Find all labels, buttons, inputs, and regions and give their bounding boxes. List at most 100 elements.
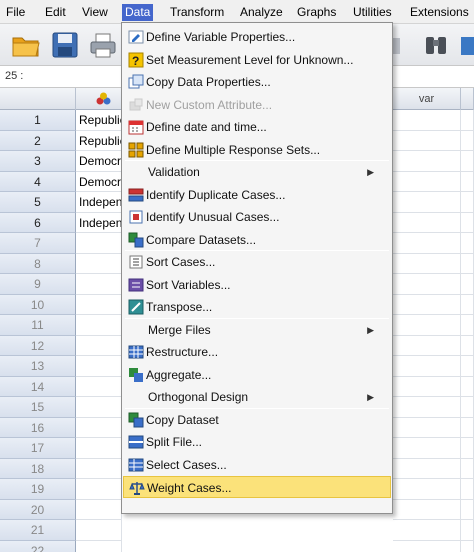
menu-item-identify-unusual-cases[interactable]: Identify Unusual Cases... (123, 206, 391, 228)
empty-cell[interactable] (461, 151, 474, 172)
row-number[interactable]: 15 (0, 397, 76, 418)
menu-item-select-cases[interactable]: Select Cases... (123, 454, 391, 476)
empty-cell[interactable] (461, 212, 474, 233)
empty-cell[interactable] (393, 253, 461, 274)
row-number[interactable]: 19 (0, 479, 76, 500)
print-icon[interactable] (87, 29, 119, 61)
data-cell[interactable] (76, 294, 122, 315)
row-number[interactable]: 21 (0, 520, 76, 541)
menu-item-orthogonal-design[interactable]: Orthogonal Design ▶ (123, 386, 391, 408)
menu-view[interactable]: View (79, 4, 111, 21)
empty-cell[interactable] (461, 458, 474, 479)
menu-file[interactable]: File (3, 4, 28, 21)
empty-cell[interactable] (393, 479, 461, 500)
column-header-var[interactable]: var (393, 88, 461, 110)
binoculars-icon[interactable] (420, 29, 452, 61)
menu-item-merge-files[interactable]: Merge Files ▶ (123, 319, 391, 341)
menu-item-set-measurement-level-for-unknown[interactable]: ? Set Measurement Level for Unknown... (123, 49, 391, 71)
data-cell[interactable] (76, 335, 122, 356)
data-cell[interactable]: Indepen (76, 192, 122, 213)
row-number[interactable]: 14 (0, 376, 76, 397)
empty-cell[interactable] (393, 335, 461, 356)
menu-item-sort-cases[interactable]: Sort Cases... (123, 251, 391, 273)
column-header-extra[interactable] (461, 88, 474, 110)
row-number[interactable]: 13 (0, 356, 76, 377)
data-cell[interactable] (76, 376, 122, 397)
empty-cell[interactable] (461, 376, 474, 397)
empty-cell[interactable] (461, 417, 474, 438)
empty-cell[interactable] (393, 171, 461, 192)
menu-extensions[interactable]: Extensions (407, 4, 472, 21)
menu-item-compare-datasets[interactable]: Compare Datasets... (123, 229, 391, 251)
row-number[interactable]: 16 (0, 417, 76, 438)
row-number[interactable]: 20 (0, 499, 76, 520)
empty-cell[interactable] (461, 397, 474, 418)
empty-cell[interactable] (393, 376, 461, 397)
row-number[interactable]: 7 (0, 233, 76, 254)
empty-cell[interactable] (393, 417, 461, 438)
data-cell[interactable] (76, 397, 122, 418)
empty-cell[interactable] (393, 212, 461, 233)
data-cell[interactable]: Democr (76, 171, 122, 192)
row-number[interactable]: 1 (0, 110, 76, 131)
empty-cell[interactable] (461, 192, 474, 213)
empty-cell[interactable] (461, 253, 474, 274)
row-number[interactable]: 10 (0, 294, 76, 315)
empty-cell[interactable] (461, 171, 474, 192)
empty-cell[interactable] (461, 294, 474, 315)
empty-cell[interactable] (461, 479, 474, 500)
menu-item-identify-duplicate-cases[interactable]: Identify Duplicate Cases... (123, 184, 391, 206)
data-cell[interactable] (76, 417, 122, 438)
empty-cell[interactable] (393, 438, 461, 459)
menu-item-define-date-and-time[interactable]: Define date and time... (123, 116, 391, 138)
menu-item-split-file[interactable]: Split File... (123, 431, 391, 453)
data-cell[interactable] (76, 315, 122, 336)
empty-cell[interactable] (393, 130, 461, 151)
row-number[interactable]: 22 (0, 540, 76, 552)
empty-cell[interactable] (393, 397, 461, 418)
menu-item-weight-cases[interactable]: Weight Cases... (123, 476, 391, 498)
row-number[interactable]: 18 (0, 458, 76, 479)
data-cell[interactable] (76, 356, 122, 377)
menu-item-aggregate[interactable]: Aggregate... (123, 364, 391, 386)
row-number[interactable]: 2 (0, 130, 76, 151)
row-number[interactable]: 8 (0, 253, 76, 274)
data-cell[interactable] (76, 253, 122, 274)
empty-cell[interactable] (393, 540, 461, 552)
empty-cell[interactable] (461, 110, 474, 131)
empty-cell[interactable] (393, 356, 461, 377)
empty-cell[interactable] (461, 499, 474, 520)
menu-item-new-custom-attribute[interactable]: New Custom Attribute... (123, 94, 391, 116)
data-cell[interactable] (76, 274, 122, 295)
menu-item-copy-data-properties[interactable]: Copy Data Properties... (123, 71, 391, 93)
menu-edit[interactable]: Edit (42, 4, 69, 21)
row-number[interactable]: 4 (0, 171, 76, 192)
menu-item-define-variable-properties[interactable]: Define Variable Properties... (123, 26, 391, 48)
data-cell[interactable] (76, 520, 122, 541)
empty-cell[interactable] (393, 233, 461, 254)
menu-item-validation[interactable]: Validation ▶ (123, 161, 391, 183)
menu-graphs[interactable]: Graphs (294, 4, 339, 21)
row-number[interactable]: 11 (0, 315, 76, 336)
empty-cell[interactable] (393, 315, 461, 336)
empty-cell[interactable] (393, 274, 461, 295)
column-header-var1[interactable] (76, 88, 122, 110)
menu-transform[interactable]: Transform (167, 4, 227, 21)
menu-analyze[interactable]: Analyze (237, 4, 286, 21)
empty-cell[interactable] (393, 151, 461, 172)
empty-cell[interactable] (393, 192, 461, 213)
row-number[interactable]: 6 (0, 212, 76, 233)
data-cell[interactable]: Indepen (76, 212, 122, 233)
data-cell[interactable] (76, 233, 122, 254)
data-cell[interactable] (76, 499, 122, 520)
empty-cell[interactable] (461, 335, 474, 356)
empty-cell[interactable] (393, 458, 461, 479)
data-cell[interactable] (76, 479, 122, 500)
row-number[interactable]: 3 (0, 151, 76, 172)
empty-cell[interactable] (461, 233, 474, 254)
data-cell[interactable]: Democr (76, 151, 122, 172)
data-cell[interactable] (76, 438, 122, 459)
empty-cell[interactable] (461, 315, 474, 336)
menu-item-copy-dataset[interactable]: Copy Dataset (123, 409, 391, 431)
data-cell[interactable]: Republic (76, 110, 122, 131)
